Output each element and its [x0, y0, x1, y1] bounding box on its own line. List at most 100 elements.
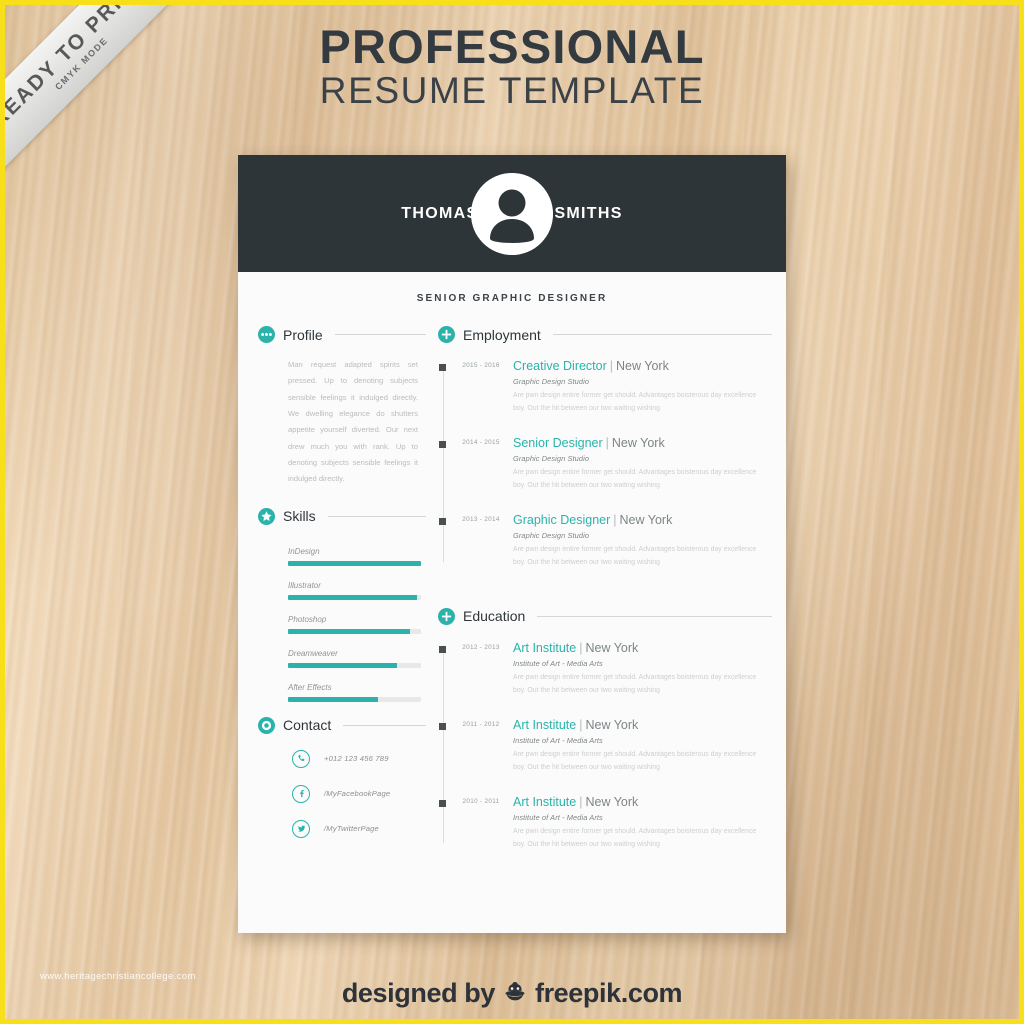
- entry-subtitle: Graphic Design Studio: [513, 531, 590, 541]
- entry-body: Art Institute | New York Institute of Art -…: [513, 795, 772, 852]
- last-name: SMITHS: [554, 204, 623, 222]
- entry-title-row: Art Institute | New York: [513, 795, 772, 809]
- entry-body: Creative Director | New York Graphic Design…: [513, 359, 772, 416]
- entry-title-row: Graphic Designer | New York: [513, 513, 772, 527]
- section-contact-rule: [343, 724, 426, 726]
- entry-description: Are pwn design entire former get should.…: [513, 546, 757, 566]
- section-employment-label: Employment: [463, 326, 541, 343]
- employment-entry: 2014 - 2015 Senior Designer | New York Graph…: [438, 436, 772, 493]
- entry-title: Art Institute: [513, 717, 577, 732]
- entry-dates: 2013 - 2014: [462, 515, 500, 523]
- entry-description: Are pwn design entire former get should.…: [513, 392, 757, 413]
- skill-bar-fill: [288, 560, 421, 566]
- employment-timeline: 2015 - 2016 Creative Director | New York Gra…: [438, 359, 772, 570]
- section-education-label: Education: [463, 608, 526, 625]
- skills-list: InDesign Illustrator Photoshop Dreamweaver A…: [288, 547, 421, 702]
- footer-credit: designed by freepik.com: [0, 978, 1024, 1009]
- facebook-icon: [292, 784, 310, 803]
- contact-item[interactable]: /MyFacebookPage: [292, 784, 426, 803]
- first-name: THOMAS: [401, 204, 479, 222]
- section-profile-heading: Profile: [258, 326, 426, 343]
- education-entry: 2011 - 2012 Art Institute | New York Institu…: [438, 718, 772, 775]
- resume-columns: Profile Man request adapted spirits set …: [238, 320, 786, 871]
- footer-brand: freepik.com: [534, 978, 683, 1008]
- skill-bar-track: [288, 662, 421, 668]
- entry-title: Graphic Designer: [513, 512, 611, 527]
- entry-subtitle: Institute of Art - Media Arts: [513, 659, 603, 669]
- entry-description: Are pwn design entire former get should.…: [513, 751, 757, 771]
- poster-title: PROFESSIONAL RESUME TEMPLATE: [238, 20, 786, 112]
- entry-body: Art Institute | New York Institute of Art -…: [513, 718, 772, 775]
- entry-subtitle: Graphic Design Studio: [513, 454, 590, 464]
- education-timeline: 2012 - 2013 Art Institute | New York Institu…: [438, 641, 772, 852]
- entry-separator: |: [609, 359, 614, 373]
- entry-body: Art Institute | New York Institute of Art -…: [513, 641, 772, 698]
- resume-right-column: Employment 2015 - 2016 Creative Director |…: [434, 326, 786, 871]
- section-skills-heading: Skills: [258, 507, 426, 525]
- entry-title: Art Institute: [513, 640, 577, 655]
- skill-name: After Effects: [288, 682, 332, 692]
- skill-item: Photoshop: [288, 615, 421, 634]
- resume-paper: THOMAS SMITHS SENIOR GRAPHIC DESIGNER Pr…: [238, 155, 786, 933]
- poster-title-line2: RESUME TEMPLATE: [319, 70, 705, 112]
- entry-location: New York: [616, 359, 669, 373]
- skill-bar-fill: [288, 594, 417, 600]
- entry-separator: |: [605, 435, 609, 450]
- chat-circle-icon: [258, 716, 275, 734]
- entry-description: Are pwn design entire former get should.…: [513, 827, 757, 848]
- section-employment-heading: Employment: [438, 326, 772, 343]
- skill-item: Illustrator: [288, 581, 421, 600]
- section-skills-label: Skills: [283, 508, 316, 524]
- section-profile-label: Profile: [283, 326, 323, 343]
- entry-dates: 2014 - 2015: [462, 438, 500, 446]
- education-entry: 2010 - 2011 Art Institute | New York Institu…: [438, 795, 772, 852]
- education-entry: 2012 - 2013 Art Institute | New York Institu…: [438, 641, 772, 698]
- entry-location: New York: [585, 794, 639, 809]
- entry-title-row: Creative Director | New York: [513, 359, 772, 373]
- skill-item: InDesign: [288, 547, 421, 566]
- entry-body: Senior Designer | New York Graphic Design S…: [513, 436, 772, 493]
- entry-title-row: Senior Designer | New York: [513, 436, 772, 450]
- section-profile-rule: [334, 334, 426, 335]
- entry-location: New York: [619, 512, 673, 527]
- entry-description: Are pwn design entire former get should.…: [513, 469, 757, 490]
- entry-separator: |: [579, 640, 583, 655]
- entry-subtitle: Graphic Design Studio: [513, 377, 590, 387]
- contact-item[interactable]: +012 123 456 789: [292, 749, 426, 768]
- section-skills-rule: [327, 515, 426, 517]
- skill-item: After Effects: [288, 683, 421, 702]
- entry-title-row: Art Institute | New York: [513, 718, 772, 732]
- resume-header-band: THOMAS SMITHS: [238, 155, 786, 272]
- plus-circle-icon: [438, 326, 455, 343]
- contact-item[interactable]: /MyTwitterPage: [292, 819, 426, 838]
- entry-title: Creative Director: [513, 359, 607, 373]
- entry-title: Senior Designer: [513, 435, 603, 450]
- entry-body: Graphic Designer | New York Graphic Design …: [513, 513, 772, 570]
- skill-bar-track: [288, 696, 421, 702]
- section-education-heading: Education: [438, 607, 772, 625]
- skill-name: Illustrator: [288, 580, 321, 590]
- poster-title-line1: PROFESSIONAL: [319, 20, 705, 73]
- entry-subtitle: Institute of Art - Media Arts: [513, 736, 603, 745]
- entry-separator: |: [579, 717, 583, 732]
- section-contact-label: Contact: [283, 717, 332, 733]
- contact-value: +012 123 456 789: [324, 754, 389, 763]
- skill-name: Photoshop: [288, 614, 327, 624]
- entry-dates: 2012 - 2013: [462, 643, 500, 651]
- freepik-logo-icon: [502, 980, 528, 1008]
- footer-prefix: designed by: [341, 978, 496, 1008]
- entry-location: New York: [611, 435, 665, 450]
- employment-entry: 2015 - 2016 Creative Director | New York Gra…: [438, 359, 772, 416]
- entry-dates: 2015 - 2016: [462, 362, 500, 369]
- skill-name: InDesign: [288, 546, 320, 556]
- entry-title: Art Institute: [513, 794, 577, 809]
- employment-entry: 2013 - 2014 Graphic Designer | New York Grap…: [438, 513, 772, 570]
- twitter-icon: [292, 819, 310, 838]
- ellipsis-bubble-icon: [258, 326, 275, 343]
- skill-item: Dreamweaver: [288, 649, 421, 668]
- skill-bar-fill: [288, 696, 379, 702]
- resume-left-column: Profile Man request adapted spirits set …: [238, 326, 434, 871]
- skill-name: Dreamweaver: [288, 648, 338, 658]
- entry-location: New York: [585, 640, 639, 655]
- skill-bar-fill: [288, 628, 411, 634]
